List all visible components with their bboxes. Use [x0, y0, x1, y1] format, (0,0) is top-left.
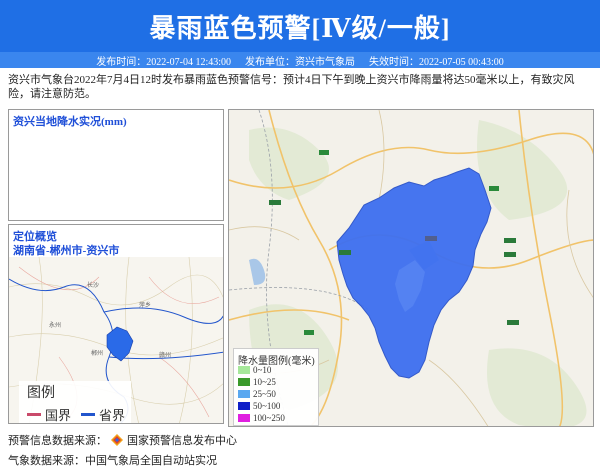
nmc-logo-icon — [111, 434, 123, 446]
location-text: 湖南省-郴州市-资兴市 — [13, 245, 120, 257]
precip-legend-row: 10~25 — [238, 377, 276, 387]
precip-legend-row: 25~50 — [238, 389, 276, 399]
expire-time: 失效时间：2022-07-05 00:43:00 — [369, 56, 504, 68]
warning-source-label: 预警信息数据来源： — [8, 435, 107, 447]
weather-data-source: 气象数据来源：中国气象局全国自动站实况 — [8, 455, 217, 467]
precip-label: 25~50 — [253, 389, 276, 399]
location-panel: 定位概览 湖南省-郴州市-资兴市 长沙 萍乡 郴州 赣州 永州 图例 国界 省界 — [8, 224, 224, 424]
svg-text:赣州: 赣州 — [159, 351, 171, 359]
page-title: 暴雨蓝色预警[Ⅳ级/一般] — [149, 13, 451, 43]
precip-label: 0~10 — [253, 365, 272, 375]
rain-panel-title: 资兴当地降水实况(mm) — [13, 116, 127, 128]
precip-swatch — [238, 378, 250, 386]
legend-title: 图例 — [27, 384, 55, 400]
precip-label: 10~25 — [253, 377, 276, 387]
precip-swatch — [238, 402, 250, 410]
svg-text:长沙: 长沙 — [87, 281, 99, 289]
main-map-panel: 降水量图例(毫米) 0~10 10~25 25~50 50~100 100~25… — [228, 109, 594, 427]
svg-text:萍乡: 萍乡 — [139, 301, 151, 309]
precip-legend-row: 50~100 — [238, 401, 280, 411]
svg-text:永州: 永州 — [49, 321, 61, 329]
publisher: 发布单位：资兴市气象局 — [245, 56, 355, 68]
publish-time: 发布时间：2022-07-04 12:43:00 — [96, 56, 231, 68]
svg-text:郴州: 郴州 — [91, 349, 103, 357]
precip-swatch — [238, 366, 250, 374]
province-border-swatch — [81, 413, 95, 416]
rain-panel: 资兴当地降水实况(mm) — [8, 109, 224, 221]
info-bar: 发布时间：2022-07-04 12:43:00 发布单位：资兴市气象局 失效时… — [0, 52, 600, 68]
warning-description: 资兴市气象台2022年7月4日12时发布暴雨蓝色预警信号：预计4日下午到晚上资兴… — [8, 74, 575, 100]
precip-label: 50~100 — [253, 401, 281, 411]
legend-item-border-national: 国界 — [27, 405, 72, 423]
precipitation-legend: 降水量图例(毫米) 0~10 10~25 25~50 50~100 100~25… — [233, 348, 319, 426]
national-border-swatch — [27, 413, 41, 416]
overview-legend: 图例 国界 省界 — [19, 381, 131, 423]
precip-swatch — [238, 414, 250, 422]
warning-source: 预警信息数据来源： 国家预警信息发布中心 — [8, 432, 237, 448]
precip-swatch — [238, 390, 250, 398]
precip-legend-row: 0~10 — [238, 365, 271, 375]
warning-source-value[interactable]: 国家预警信息发布中心 — [127, 432, 237, 448]
header-bar: 暴雨蓝色预警[Ⅳ级/一般] — [0, 0, 600, 52]
precip-legend-row: 100~250 — [238, 413, 285, 423]
legend-item-border-province: 省界 — [81, 405, 126, 423]
precip-label: 100~250 — [253, 413, 285, 423]
legend-label: 省界 — [99, 408, 126, 423]
legend-label: 国界 — [45, 408, 72, 423]
